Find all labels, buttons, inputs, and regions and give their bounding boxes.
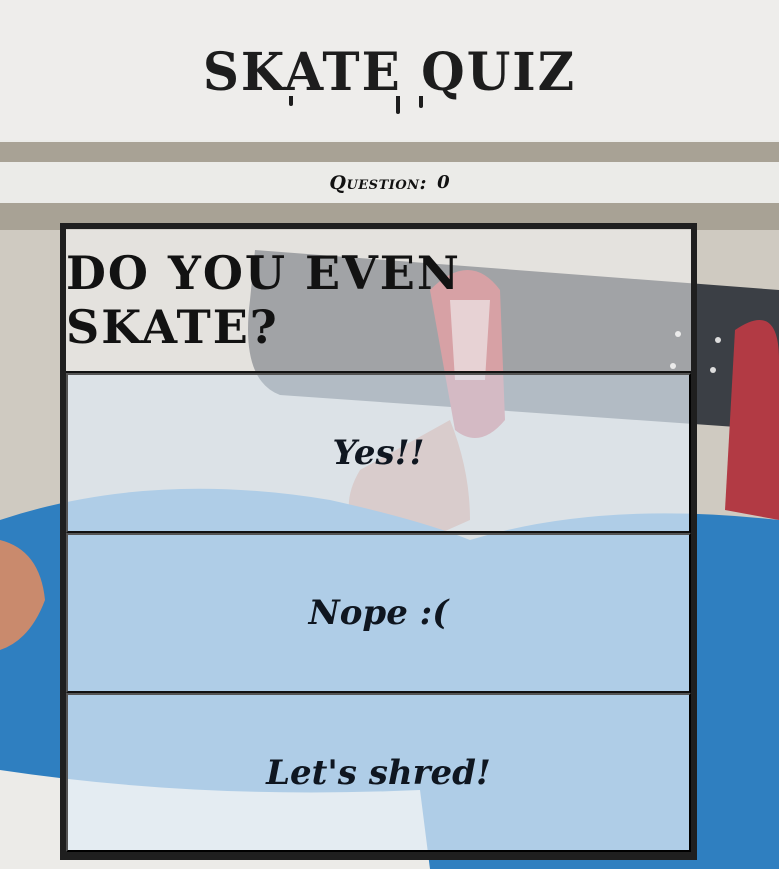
title-drip-decoration (288, 95, 293, 106)
answer-button-yes[interactable]: Yes!! (66, 373, 691, 533)
question-counter-label: Question: (329, 171, 428, 194)
answer-button-nope[interactable]: Nope :( (66, 533, 691, 693)
answer-button-lets-shred[interactable]: Let's shred! (66, 693, 691, 852)
question-counter-value: 0 (437, 172, 450, 193)
title-drip-decoration (418, 95, 423, 108)
quiz-card-inner: DO YOU EVEN SKATE? Yes!! Nope :( Let's s… (66, 229, 691, 852)
question-text: DO YOU EVEN SKATE? (66, 229, 691, 373)
question-counter: Question: 0 (0, 162, 779, 203)
app-header: SKATE QUIZ (0, 0, 779, 142)
title-drip-decoration (395, 95, 400, 114)
quiz-card: DO YOU EVEN SKATE? Yes!! Nope :( Let's s… (60, 223, 697, 860)
app-title: SKATE QUIZ (202, 40, 577, 102)
